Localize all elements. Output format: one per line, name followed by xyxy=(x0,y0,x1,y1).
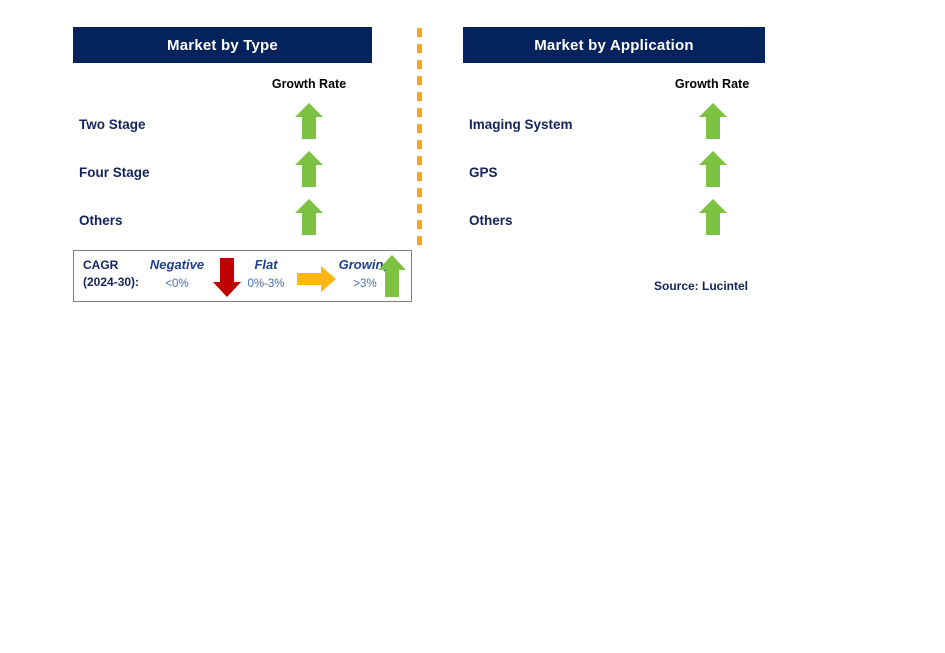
arrow-up-icon xyxy=(294,150,324,188)
arrow-up-icon xyxy=(698,198,728,236)
legend-item-value: <0% xyxy=(165,278,189,290)
table-row: Others xyxy=(463,196,765,244)
cagr-legend: CAGR (2024-30): Negative <0% Flat 0%-3% … xyxy=(73,250,412,302)
legend-title-line2: (2024-30): xyxy=(83,275,140,289)
legend-item-flat: Flat 0%-3% xyxy=(229,251,303,301)
legend-item-negative: Negative <0% xyxy=(140,251,214,301)
panel-title: Market by Application xyxy=(534,36,694,54)
row-label: Others xyxy=(469,212,513,228)
panel-title: Market by Type xyxy=(167,36,278,54)
legend-item-label: Flat xyxy=(254,257,278,272)
panel-rows: Imaging System GPS Others xyxy=(463,100,765,244)
table-row: Others xyxy=(73,196,372,244)
arrow-up-icon xyxy=(377,254,407,303)
row-label: Two Stage xyxy=(79,116,146,132)
legend-item-label: Negative xyxy=(149,257,205,272)
panel-rows: Two Stage Four Stage Others xyxy=(73,100,372,244)
arrow-up-icon xyxy=(698,102,728,140)
column-header-growth-rate: Growth Rate xyxy=(674,77,750,91)
source-note: Source: Lucintel xyxy=(654,279,749,293)
legend-item-value: 0%-3% xyxy=(247,278,285,290)
table-row: Imaging System xyxy=(463,100,765,148)
row-label: Imaging System xyxy=(469,116,573,132)
row-label: Four Stage xyxy=(79,164,150,180)
legend-title-line1: CAGR xyxy=(83,258,119,272)
row-label: Others xyxy=(79,212,123,228)
arrow-up-icon xyxy=(294,102,324,140)
table-row: Two Stage xyxy=(73,100,372,148)
vertical-dashed-divider xyxy=(417,28,422,246)
row-label: GPS xyxy=(469,164,498,180)
arrow-up-icon xyxy=(294,198,324,236)
column-header-growth-rate: Growth Rate xyxy=(271,77,347,91)
table-row: GPS xyxy=(463,148,765,196)
arrow-up-icon xyxy=(698,150,728,188)
panel-header-market-by-application: Market by Application xyxy=(463,27,765,63)
panel-market-by-application: Market by Application Growth Rate Imagin… xyxy=(463,0,765,320)
panel-header-market-by-type: Market by Type xyxy=(73,27,372,63)
table-row: Four Stage xyxy=(73,148,372,196)
legend-title: CAGR (2024-30): xyxy=(83,257,139,291)
